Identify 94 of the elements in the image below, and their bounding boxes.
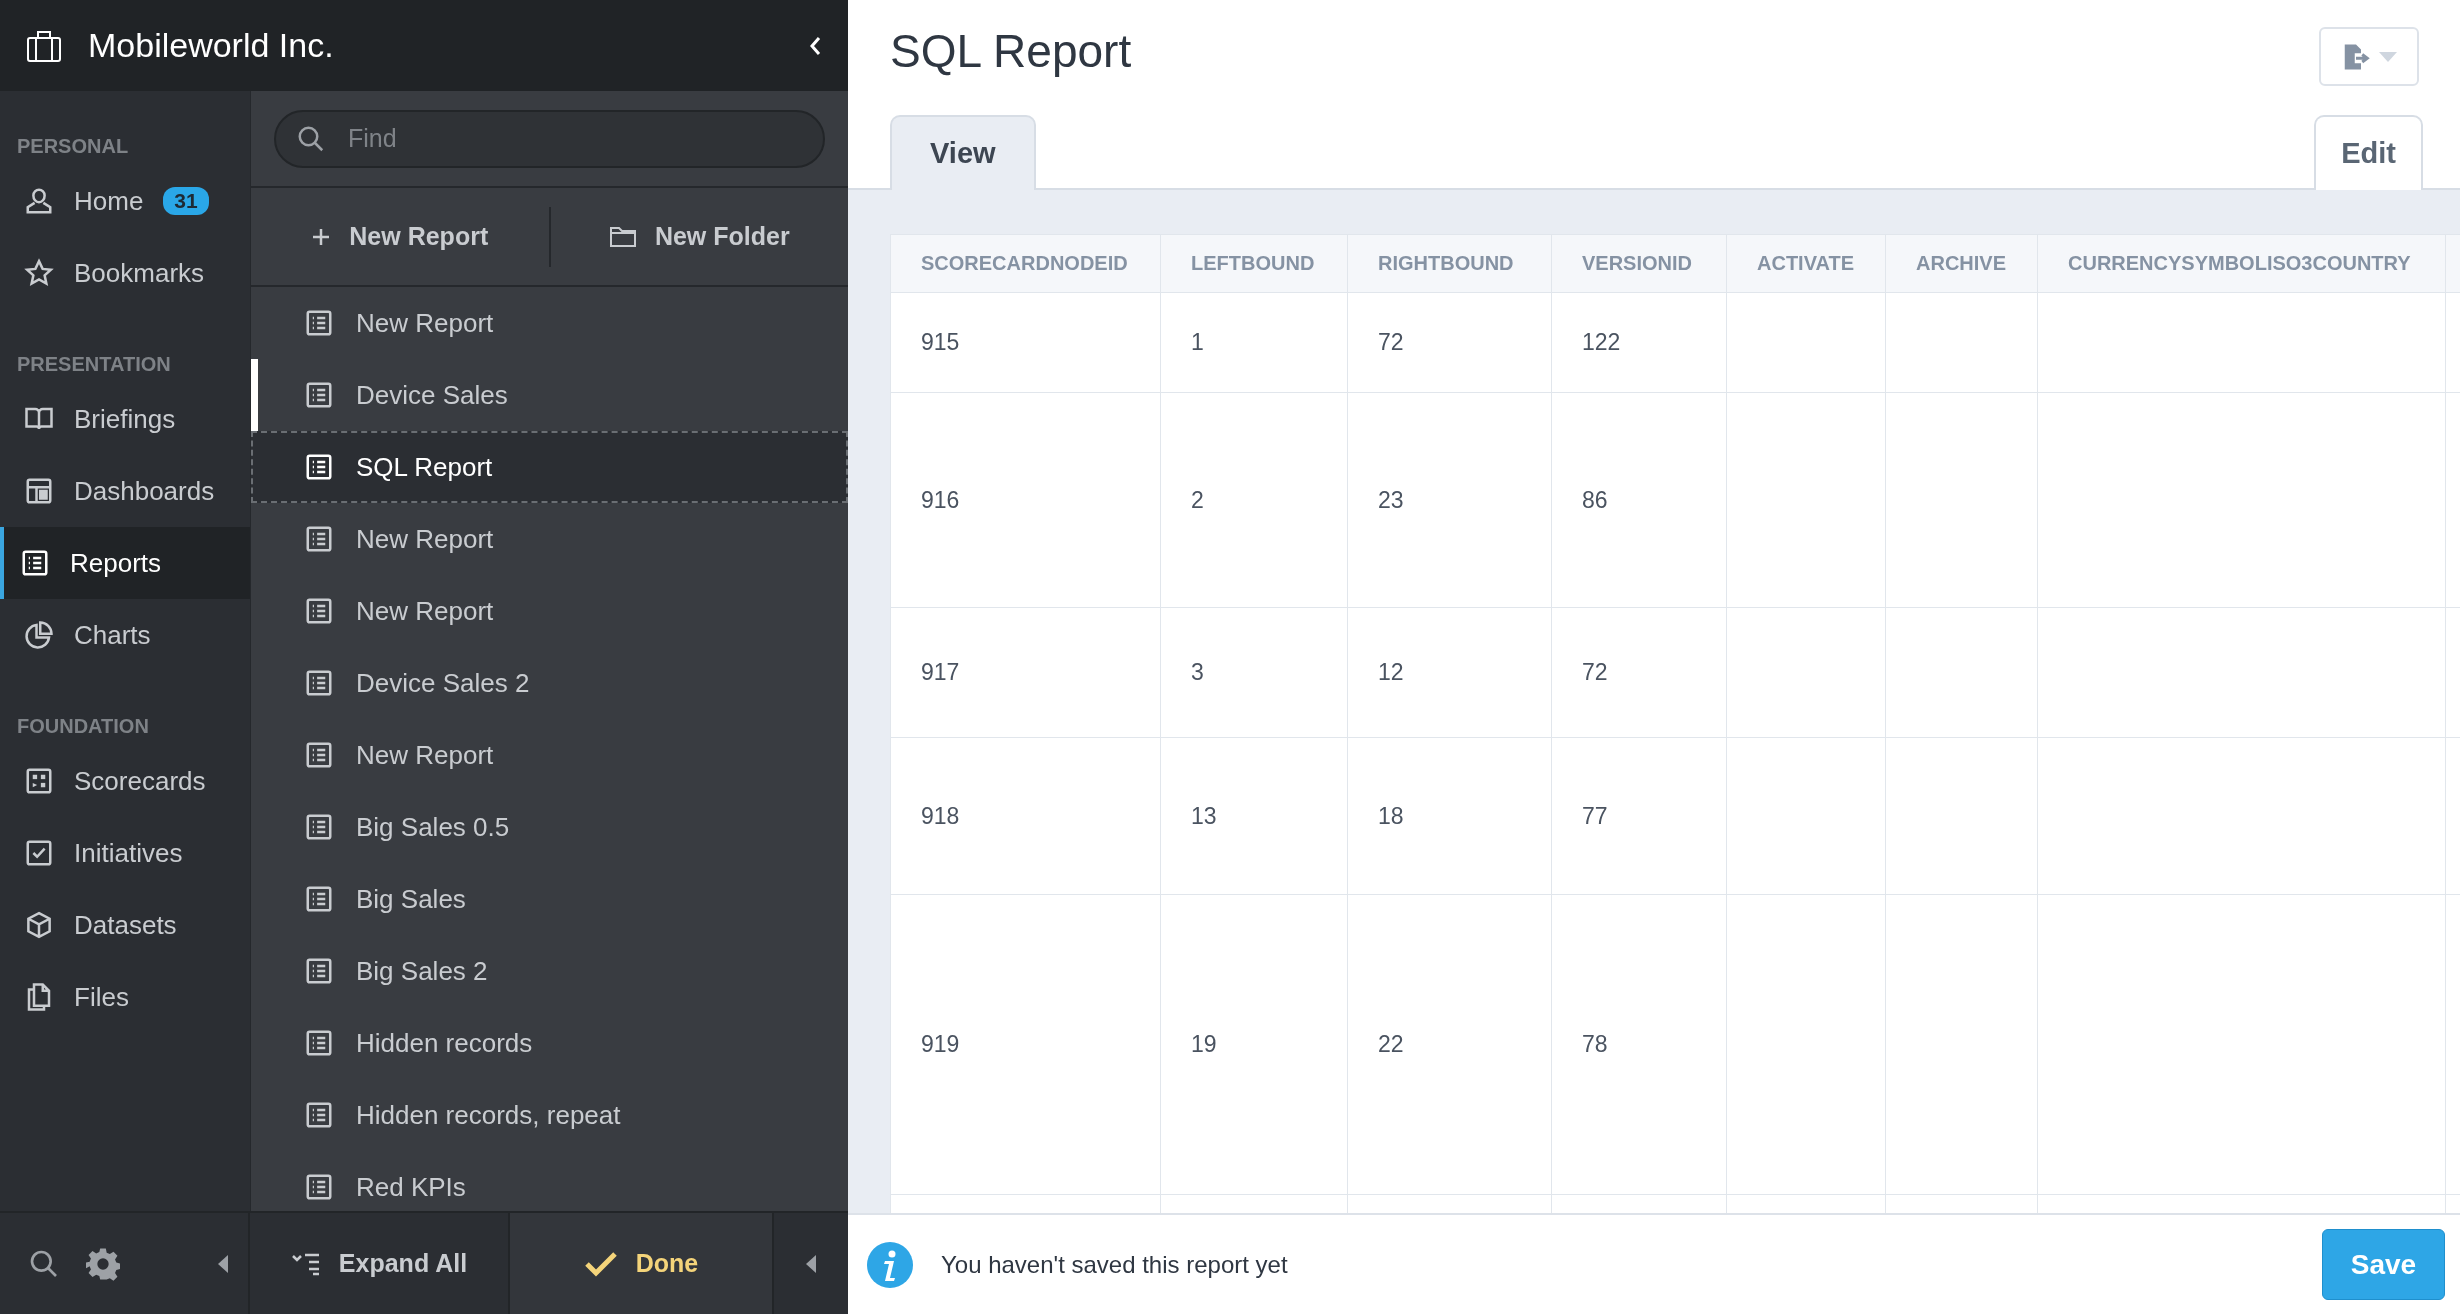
column-header: RIGHTBOUND bbox=[1347, 234, 1552, 293]
export-button[interactable] bbox=[2319, 27, 2419, 86]
report-list-item[interactable]: Hidden records bbox=[251, 1007, 848, 1079]
done-button[interactable]: Done bbox=[510, 1213, 774, 1314]
table-cell: 19 bbox=[1160, 894, 1348, 1195]
collapse-icon[interactable] bbox=[808, 34, 822, 57]
nav-item[interactable]: Dashboards bbox=[0, 455, 250, 527]
new-folder-button[interactable]: New Folder bbox=[550, 206, 848, 267]
column-header: CURRENCYSYMBOLISO3COUNTRY bbox=[2037, 234, 2446, 293]
report-list-item[interactable]: SQL Report bbox=[251, 431, 848, 503]
table-cell: 86 bbox=[1551, 392, 1727, 608]
report-list-item[interactable]: New Report bbox=[251, 503, 848, 575]
table-cell: 3 bbox=[1160, 607, 1348, 738]
cube-icon bbox=[24, 910, 54, 940]
table-cell: 2 bbox=[1160, 392, 1348, 608]
company-name: Mobileworld Inc. bbox=[88, 26, 335, 65]
tab[interactable]: Edit bbox=[2314, 115, 2423, 190]
section-heading: PRESENTATION bbox=[17, 353, 171, 375]
star-icon bbox=[24, 258, 54, 288]
pie-chart-icon bbox=[24, 620, 54, 650]
list-icon bbox=[304, 1100, 334, 1130]
report-list-item[interactable]: Big Sales 0.5 bbox=[251, 791, 848, 863]
nav-item[interactable]: Briefings bbox=[0, 383, 250, 455]
list-icon bbox=[304, 596, 334, 626]
list-icon bbox=[304, 380, 334, 410]
table-cell: 72 bbox=[1551, 607, 1727, 738]
list-icon bbox=[20, 548, 50, 578]
unsaved-notice: You haven't saved this report yet bbox=[941, 1250, 1289, 1279]
table-cell: 1 bbox=[1160, 292, 1348, 393]
report-list-item[interactable]: New Report bbox=[251, 287, 848, 359]
expand-icon bbox=[290, 1251, 321, 1276]
dashboard-icon bbox=[24, 476, 54, 506]
plus-icon bbox=[311, 226, 332, 247]
list-icon bbox=[304, 1028, 334, 1058]
list-icon bbox=[304, 812, 334, 842]
table-cell: 77 bbox=[1551, 737, 1727, 895]
report-list-item[interactable]: Device Sales 2 bbox=[251, 647, 848, 719]
list-icon bbox=[304, 452, 334, 482]
report-list-item[interactable]: Big Sales 2 bbox=[251, 935, 848, 1007]
settings-icon[interactable] bbox=[86, 1246, 120, 1281]
report-list-item[interactable]: Big Sales bbox=[251, 863, 848, 935]
table-cell: 915 bbox=[890, 292, 1161, 393]
column-header: LEFTBOUND bbox=[1160, 234, 1348, 293]
column-header: VERSIONID bbox=[1551, 234, 1727, 293]
list-icon bbox=[304, 884, 334, 914]
nav-item[interactable]: Files bbox=[0, 961, 250, 1033]
table-cell: 919 bbox=[890, 894, 1161, 1195]
report-list-item[interactable]: Red KPIs bbox=[251, 1151, 848, 1211]
report-list-item[interactable]: Hidden records, repeat bbox=[251, 1079, 848, 1151]
list-icon bbox=[304, 524, 334, 554]
nav-item[interactable]: Reports bbox=[0, 527, 250, 599]
table-cell: 78 bbox=[1551, 894, 1727, 1195]
report-list-item[interactable]: New Report bbox=[251, 575, 848, 647]
table-cell: 13 bbox=[1160, 737, 1348, 895]
table-cell: 917 bbox=[890, 607, 1161, 738]
column-header: SCORECARDNODEID bbox=[890, 234, 1161, 293]
nav-item[interactable]: Charts bbox=[0, 599, 250, 671]
folder-icon bbox=[608, 224, 637, 249]
info-icon bbox=[867, 1241, 913, 1288]
section-heading: PERSONAL bbox=[17, 135, 129, 157]
column-header: ACTIVATE bbox=[1726, 234, 1886, 293]
list-icon bbox=[304, 956, 334, 986]
table-cell: 23 bbox=[1347, 392, 1552, 608]
person-icon bbox=[24, 186, 54, 216]
list-icon bbox=[304, 668, 334, 698]
report-list-item[interactable]: New Report bbox=[251, 719, 848, 791]
search-field[interactable]: Find bbox=[274, 109, 825, 168]
checkbox-icon bbox=[24, 838, 54, 868]
list-icon bbox=[304, 740, 334, 770]
count-badge: 31 bbox=[163, 187, 209, 215]
new-report-button[interactable]: New Report bbox=[251, 206, 549, 267]
tab[interactable]: View bbox=[890, 115, 1036, 190]
table-cell: 72 bbox=[1347, 292, 1552, 393]
list-icon bbox=[304, 1172, 334, 1202]
nav-item[interactable]: Scorecards bbox=[0, 745, 250, 817]
table-cell: 918 bbox=[890, 737, 1161, 895]
report-title: SQL Report bbox=[890, 24, 1132, 78]
nav-item[interactable]: Home 31 bbox=[0, 165, 250, 237]
nav-item[interactable]: Bookmarks bbox=[0, 237, 250, 309]
section-heading: FOUNDATION bbox=[17, 715, 149, 737]
caret-icon bbox=[2379, 51, 2397, 62]
table-cell: 122 bbox=[1551, 292, 1727, 393]
table-cell: 22 bbox=[1347, 894, 1552, 1195]
checkmark-icon bbox=[583, 1249, 618, 1278]
table-cell: 18 bbox=[1347, 737, 1552, 895]
table-cell: 916 bbox=[890, 392, 1161, 608]
table-cell: 12 bbox=[1347, 607, 1552, 738]
scorecard-icon bbox=[24, 766, 54, 796]
list-icon bbox=[304, 308, 334, 338]
report-list-item[interactable]: Device Sales bbox=[251, 359, 848, 431]
nav-item[interactable]: Initiatives bbox=[0, 817, 250, 889]
briefcase-icon bbox=[26, 28, 62, 63]
column-header: ARCHIVE bbox=[1885, 234, 2038, 293]
nav-item[interactable]: Datasets bbox=[0, 889, 250, 961]
